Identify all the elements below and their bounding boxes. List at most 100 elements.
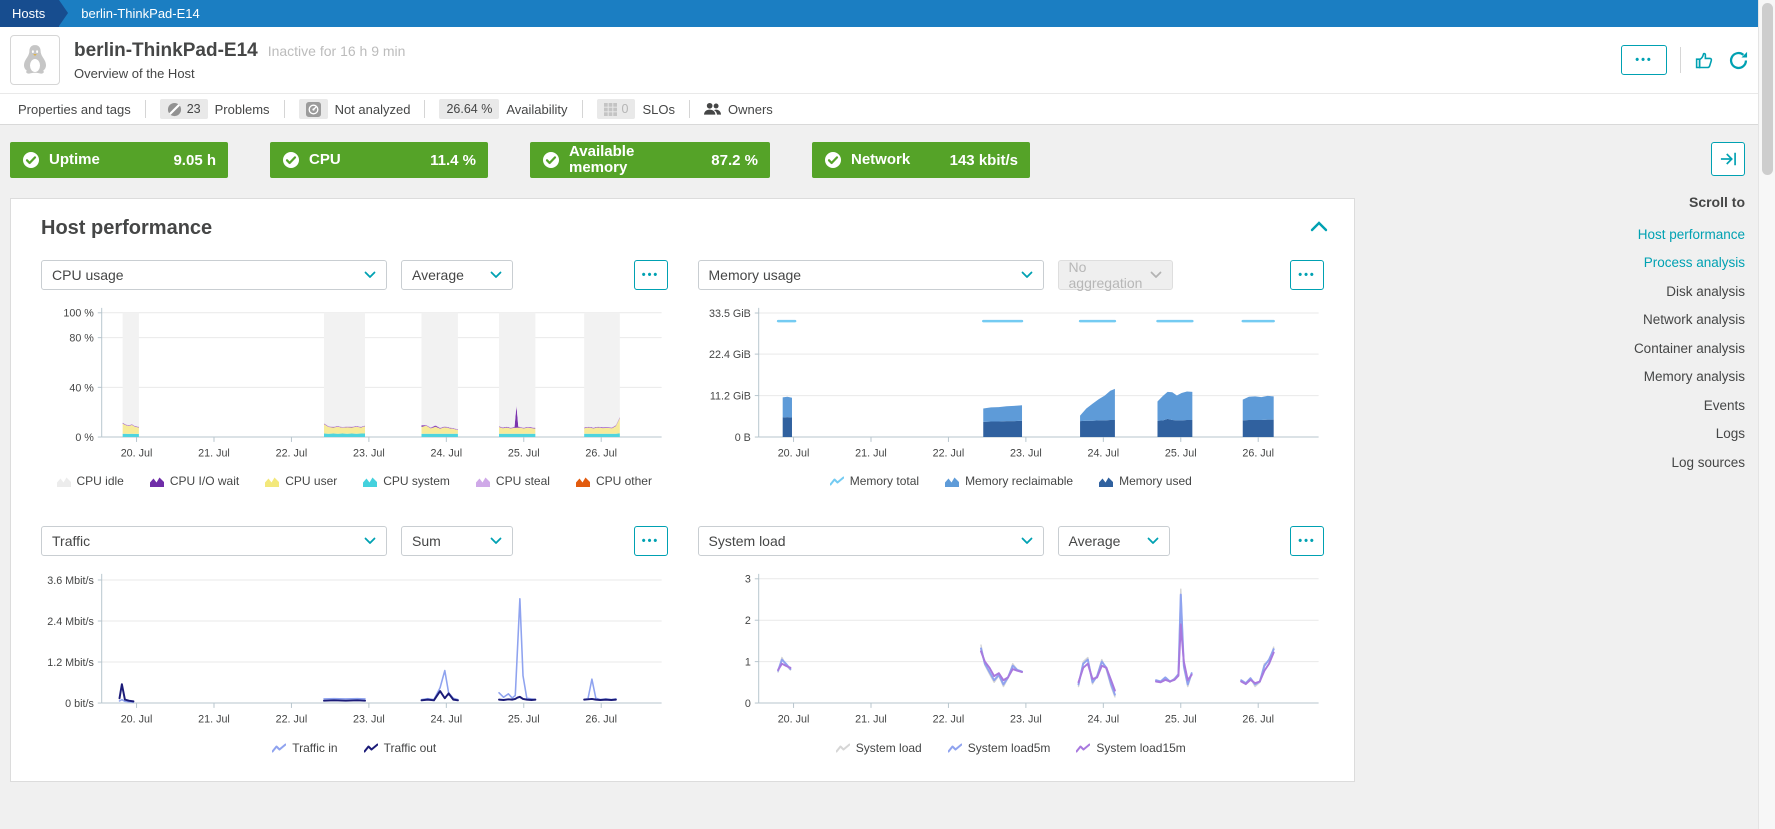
- aggregation-value: Average: [1068, 533, 1121, 550]
- aggregation-dropdown[interactable]: Average: [401, 260, 513, 290]
- host-performance-card: Host performance CPU usage Average ••• 0 % 4…: [10, 198, 1355, 782]
- tile-available-memory[interactable]: Available memory 87.2 %: [530, 142, 770, 178]
- scroll-link-logs[interactable]: Logs: [1634, 426, 1745, 441]
- metric-selector-dropdown[interactable]: System load: [697, 526, 1044, 557]
- page-title: berlin-ThinkPad-E14: [74, 39, 258, 61]
- aggregation-dropdown[interactable]: Average: [1057, 526, 1170, 557]
- svg-text:26. Jul: 26. Jul: [585, 448, 617, 460]
- svg-text:80 %: 80 %: [69, 333, 94, 345]
- tile-uptime[interactable]: Uptime 9.05 h: [10, 142, 228, 178]
- legend-item-cpu-other[interactable]: CPU other: [575, 474, 652, 488]
- tab-properties-and-tags[interactable]: Properties and tags: [4, 94, 145, 124]
- tab-owners[interactable]: Owners: [690, 94, 787, 124]
- more-actions-button[interactable]: •••: [1621, 45, 1667, 75]
- metric-tiles: Uptime 9.05 h CPU 11.4 % Available memory 87.…: [10, 142, 1355, 178]
- metric-selector-dropdown[interactable]: Traffic: [41, 526, 387, 557]
- legend-label: Memory used: [1119, 474, 1192, 489]
- svg-text:25. Jul: 25. Jul: [1164, 714, 1196, 726]
- thumbs-up-button[interactable]: [1694, 50, 1715, 71]
- svg-text:25. Jul: 25. Jul: [508, 714, 540, 726]
- svg-text:24. Jul: 24. Jul: [1087, 448, 1119, 460]
- checkmark-icon: [824, 151, 842, 169]
- legend-item-cpu-user[interactable]: CPU user: [265, 474, 337, 488]
- breadcrumb-hosts[interactable]: Hosts: [0, 0, 69, 27]
- svg-text:20. Jul: 20. Jul: [121, 714, 153, 726]
- scroll-link-disk-analysis[interactable]: Disk analysis: [1634, 284, 1745, 299]
- chevron-down-icon: [364, 537, 376, 545]
- scrollbar[interactable]: [1758, 0, 1775, 829]
- page-subtitle: Overview of the Host: [74, 65, 195, 81]
- tab-availability[interactable]: 26.64 % Availability: [425, 94, 581, 124]
- chevron-down-icon: [490, 271, 502, 279]
- tab-problems[interactable]: 23 Problems: [146, 94, 284, 124]
- breadcrumb-current-label: berlin-ThinkPad-E14: [81, 6, 200, 21]
- svg-text:21. Jul: 21. Jul: [855, 714, 887, 726]
- cpu-usage-chart[interactable]: 0 % 40 % 80 % 100 % 20. Jul 21. Jul 22. Jul 23.…: [41, 300, 668, 466]
- legend-item-cpu-i-o-wait[interactable]: CPU I/O wait: [149, 474, 239, 488]
- system-load-chart[interactable]: 0 1 2 3 20. Jul 21. Jul 22. Jul 23. Jul 24. Jul 2…: [698, 566, 1325, 732]
- aggregation-dropdown[interactable]: Sum: [401, 526, 513, 557]
- legend-item-memory-reclaimable[interactable]: Memory reclaimable: [945, 474, 1073, 488]
- svg-text:22. Jul: 22. Jul: [932, 448, 964, 460]
- legend-item-system-load[interactable]: System load: [835, 740, 922, 755]
- svg-text:25. Jul: 25. Jul: [1164, 448, 1196, 460]
- tile-cpu[interactable]: CPU 11.4 %: [270, 142, 488, 178]
- tab-badge: 23: [159, 99, 208, 119]
- traffic-chart[interactable]: 0 bit/s 1.2 Mbit/s 2.4 Mbit/s 3.6 Mbit/s 20.…: [41, 566, 668, 732]
- svg-text:23. Jul: 23. Jul: [1010, 714, 1042, 726]
- scrollbar-thumb[interactable]: [1761, 3, 1773, 175]
- breadcrumb-current: berlin-ThinkPad-E14: [59, 0, 200, 27]
- aggregation-value: Sum: [412, 533, 441, 550]
- svg-text:23. Jul: 23. Jul: [353, 448, 385, 460]
- chevron-down-icon: [1147, 537, 1159, 545]
- metric-selector-dropdown[interactable]: Memory usage: [697, 260, 1044, 290]
- tile-network[interactable]: Network 143 kbit/s: [812, 142, 1030, 178]
- collapse-sidebar-button[interactable]: [1711, 142, 1745, 176]
- scroll-nav: Host performance Process analysis Disk ana…: [1634, 213, 1745, 470]
- checkmark-icon: [282, 151, 300, 169]
- tile-label: Available memory: [569, 143, 635, 176]
- scroll-link-host-performance[interactable]: Host performance: [1634, 227, 1745, 242]
- collapse-section-button[interactable]: [1304, 216, 1334, 239]
- svg-text:22. Jul: 22. Jul: [276, 448, 308, 460]
- legend-item-traffic-out[interactable]: Traffic out: [363, 740, 437, 755]
- legend-item-traffic-in[interactable]: Traffic in: [272, 741, 338, 755]
- scroll-link-memory-analysis[interactable]: Memory analysis: [1634, 369, 1745, 384]
- chart-options-button[interactable]: •••: [1290, 260, 1324, 290]
- tab-not-analyzed[interactable]: Not analyzed: [285, 94, 425, 124]
- ellipsis-icon: •••: [1298, 268, 1316, 281]
- tile-value: 9.05 h: [173, 151, 216, 169]
- svg-text:21. Jul: 21. Jul: [198, 448, 230, 460]
- chart-options-button[interactable]: •••: [633, 260, 668, 290]
- memory-usage-chart[interactable]: 0 B 11.2 GiB 22.4 GiB 33.5 GiB 20. Jul 21. Ju…: [698, 300, 1325, 466]
- divider: [1680, 47, 1681, 73]
- metric-selector-value: Memory usage: [708, 267, 802, 283]
- chevron-down-icon: [490, 537, 502, 545]
- legend-item-cpu-system[interactable]: CPU system: [363, 474, 450, 488]
- owners-icon: [703, 102, 721, 116]
- legend-item-system-load5m[interactable]: System load5m: [947, 741, 1050, 755]
- scroll-link-network-analysis[interactable]: Network analysis: [1634, 312, 1745, 327]
- tab-label: Properties and tags: [18, 101, 131, 117]
- metric-selector-dropdown[interactable]: CPU usage: [41, 260, 387, 290]
- legend-item-system-load15m[interactable]: System load15m: [1076, 741, 1186, 755]
- legend-item-cpu-idle[interactable]: CPU idle: [56, 474, 124, 488]
- legend-label: Traffic out: [383, 740, 437, 755]
- chart-legend: CPU idle CPU I/O wait CPU user CPU system CP…: [41, 474, 668, 488]
- scroll-link-events[interactable]: Events: [1634, 398, 1745, 413]
- legend-item-memory-used[interactable]: Memory used: [1099, 474, 1192, 488]
- scroll-link-container-analysis[interactable]: Container analysis: [1634, 341, 1745, 356]
- tab-badge: [298, 99, 328, 119]
- chart-options-button[interactable]: •••: [633, 526, 668, 557]
- chart-controls: Traffic Sum •••: [41, 526, 668, 557]
- legend-item-memory-total[interactable]: Memory total: [829, 474, 919, 488]
- tab-slos[interactable]: 0 SLOs: [583, 94, 689, 124]
- scroll-link-log-sources[interactable]: Log sources: [1634, 455, 1745, 470]
- refresh-button[interactable]: [1728, 50, 1749, 71]
- scroll-link-process-analysis[interactable]: Process analysis: [1634, 255, 1745, 270]
- chart-options-button[interactable]: •••: [1290, 526, 1324, 557]
- legend-label: System load: [855, 740, 922, 755]
- legend-item-cpu-steal[interactable]: CPU steal: [475, 474, 550, 488]
- metric-selector-value: CPU usage: [52, 267, 124, 283]
- chart-legend: Traffic in Traffic out: [41, 741, 668, 755]
